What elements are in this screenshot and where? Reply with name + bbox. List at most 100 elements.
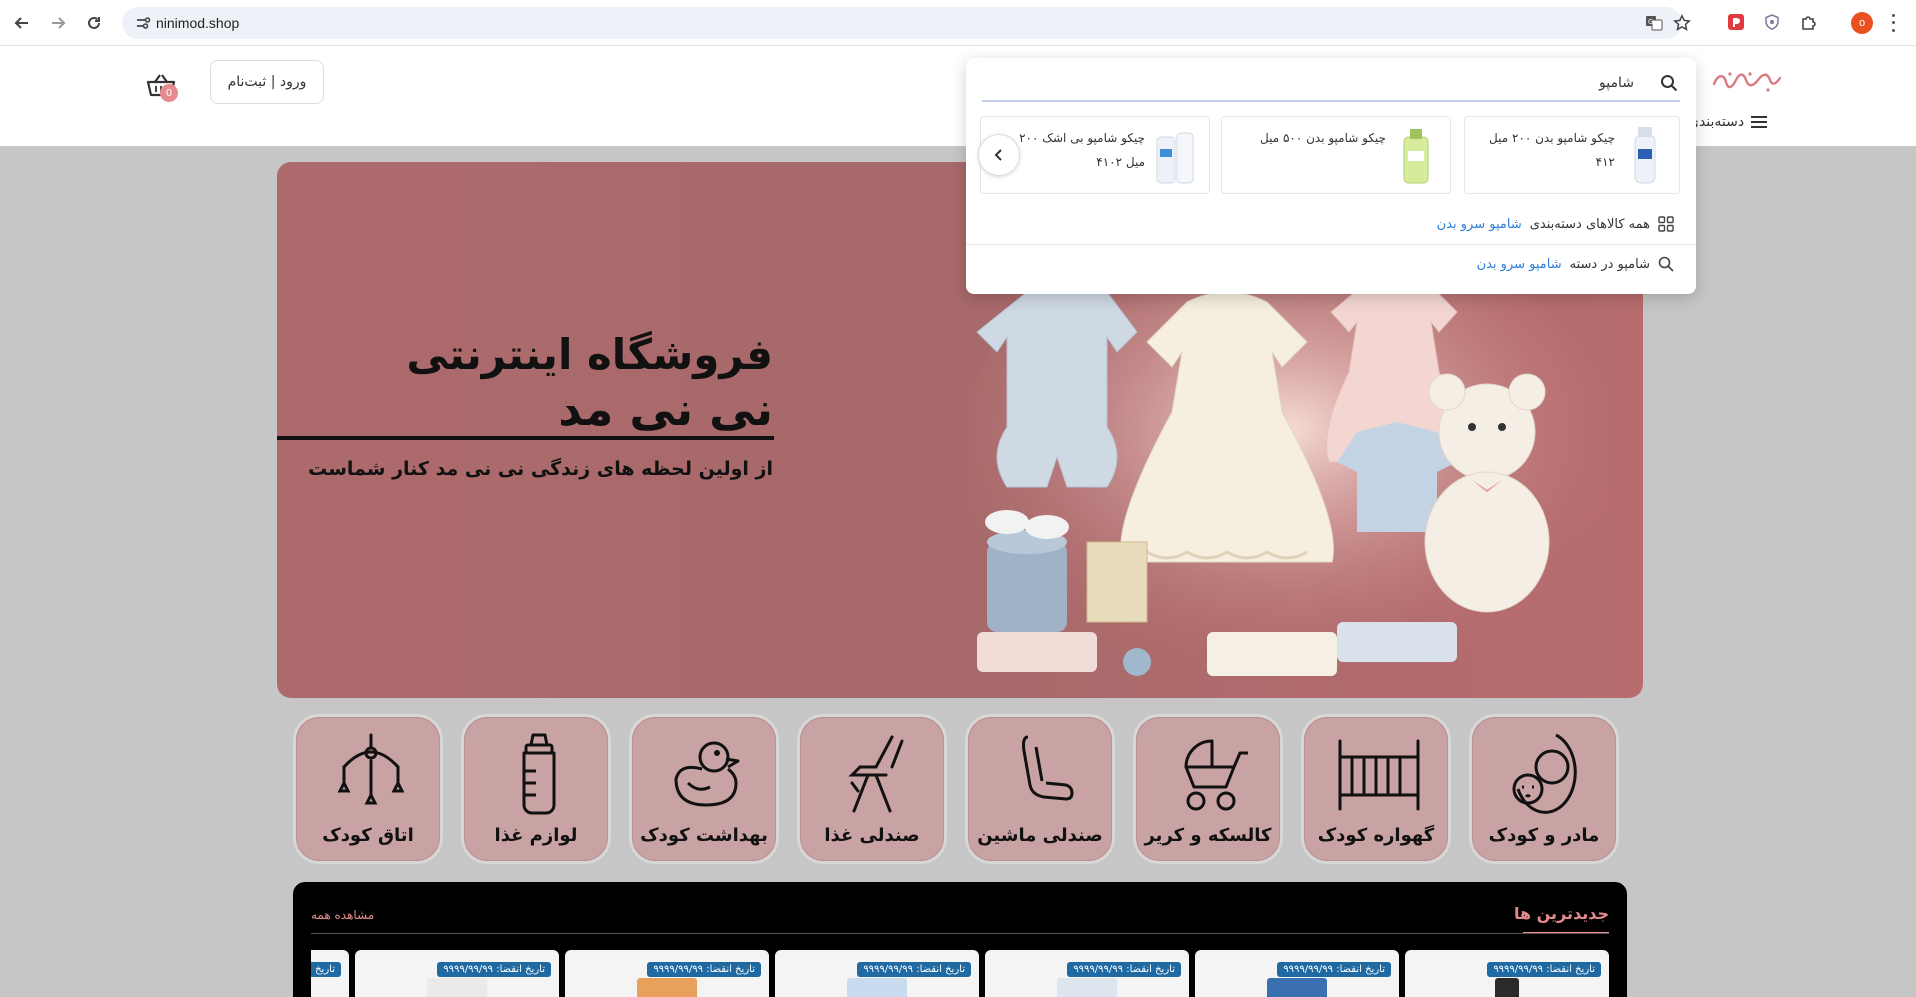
banner-subtitle: از اولین لحظه های زندگی نی نی مد کنار شم… bbox=[308, 458, 773, 480]
product-card[interactable]: تاریخ انقضا: ۹۹۹۹/۹۹/۹۹ bbox=[1195, 950, 1399, 997]
all-in-category-link[interactable]: همه کالاهای دسته‌بندی شامپو سرو بدن bbox=[1437, 216, 1674, 232]
svg-text:G: G bbox=[1648, 18, 1653, 26]
address-bar[interactable]: ninimod.shop G bbox=[122, 7, 1691, 39]
category-card-crib[interactable]: گهواره کودک bbox=[1301, 714, 1451, 864]
all-in-category-name: شامپو سرو بدن bbox=[1436, 216, 1522, 232]
cart-count-badge: 0 bbox=[160, 84, 178, 102]
suggested-product-name: چیکو شامپو بدن ۲۰۰ میل bbox=[1488, 131, 1615, 145]
baby-mobile-icon bbox=[337, 733, 405, 805]
product-card[interactable]: تاریخ انقضا: ۹۹۹۹/۹۹/۹۹ bbox=[985, 950, 1189, 997]
search-in-category-prefix: شامپو در دسته bbox=[1569, 256, 1650, 272]
see-all-link[interactable]: مشاهده همه bbox=[311, 908, 374, 922]
shield-extension-icon[interactable] bbox=[1762, 12, 1782, 32]
category-card-hygiene[interactable]: بهداشت کودک bbox=[629, 714, 779, 864]
banner-divider bbox=[277, 436, 774, 440]
banner-title-line1: فروشگاه اینترنتی bbox=[406, 330, 773, 379]
category-label: مادر و کودک bbox=[1488, 825, 1600, 846]
dropdown-divider bbox=[966, 244, 1696, 245]
browser-menu-icon[interactable] bbox=[1888, 12, 1898, 34]
category-grid: اتاق کودک لوازم غذا بهداشت کودک صندلی غذ… bbox=[293, 714, 1627, 866]
baby-bottle-icon bbox=[522, 733, 556, 815]
category-label: لوازم غذا bbox=[494, 825, 578, 846]
category-card-high-chair[interactable]: صندلی غذا bbox=[797, 714, 947, 864]
search-input[interactable] bbox=[982, 66, 1642, 100]
search-box bbox=[982, 66, 1680, 102]
category-label: کالسکه و کریر bbox=[1144, 825, 1272, 846]
expiry-badge: تاریخ انقضا: ۹۹۹۹/۹۹/۹۹ bbox=[647, 962, 761, 977]
pocket-extension-icon[interactable] bbox=[1726, 12, 1746, 32]
mother-child-icon bbox=[1512, 733, 1577, 814]
category-card-mother-child[interactable]: مادر و کودک bbox=[1469, 714, 1619, 864]
product-image bbox=[1403, 129, 1429, 184]
suggested-product-name: چیکو شامپو بدن ۵۰۰ میل bbox=[1259, 131, 1386, 145]
search-in-category-name: شامپو سرو بدن bbox=[1476, 256, 1562, 272]
expiry-badge: تاریخ انقضا: ۹۹۹۹/۹۹/۹۹ bbox=[1487, 962, 1601, 977]
carousel-prev-button[interactable] bbox=[978, 134, 1020, 176]
hamburger-menu-icon bbox=[1751, 116, 1768, 128]
expiry-badge: تاریخ انقضا: ۹۹۹۹/۹۹/۹۹ bbox=[1067, 962, 1181, 977]
product-card[interactable]: تاریخ انقضا: ۹۹۹۹/۹۹/۹۹ bbox=[775, 950, 979, 997]
search-dropdown: چیکو شامپو بدن ۲۰۰ میل ۴۱۲ چیکو شامپو بد… bbox=[966, 58, 1696, 294]
site-info-icon[interactable] bbox=[134, 14, 152, 32]
category-label: گهواره کودک bbox=[1317, 825, 1435, 846]
suggested-product-name: چیکو شامپو بی اشک ۲۰۰ bbox=[1019, 131, 1145, 145]
login-register-button[interactable]: ورود | ثبت‌نام bbox=[210, 60, 324, 104]
suggested-product-card[interactable]: چیکو شامپو بدن ۵۰۰ میل bbox=[1221, 116, 1451, 194]
category-label: صندلی غذا bbox=[824, 825, 920, 846]
suggested-product-price: ۴۱۲ bbox=[1595, 155, 1615, 169]
product-carousel: تاریخ انقضا: ۹۹۹۹/۹۹/۹۹ تاریخ انقضا: ۹۹۹… bbox=[311, 950, 1609, 997]
expiry-badge: تاریخ انقضا: ۹۹۹۹/۹۹/۹۹ bbox=[1277, 962, 1391, 977]
crib-icon bbox=[1338, 739, 1420, 811]
rubber-duck-icon bbox=[674, 741, 740, 807]
all-in-category-prefix: همه کالاهای دسته‌بندی bbox=[1529, 216, 1650, 232]
profile-avatar[interactable]: o bbox=[1851, 12, 1873, 34]
categories-label: دسته‌بندی bbox=[1688, 114, 1745, 130]
category-label: صندلی ماشین bbox=[977, 825, 1103, 846]
search-icon[interactable] bbox=[1660, 74, 1678, 92]
high-chair-icon bbox=[848, 735, 904, 813]
baby-clothes-illustration bbox=[967, 252, 1607, 682]
category-card-baby-room[interactable]: اتاق کودک bbox=[293, 714, 443, 864]
product-image bbox=[1156, 132, 1194, 184]
category-card-feeding[interactable]: لوازم غذا bbox=[461, 714, 611, 864]
product-card[interactable]: تاریخ انقضا: ۹۹۹۹/۹۹/۹۹ bbox=[565, 950, 769, 997]
url-text: ninimod.shop bbox=[156, 15, 240, 31]
product-card[interactable]: تاریخ bbox=[311, 950, 349, 997]
section-title: جدیدترین ها bbox=[1513, 904, 1609, 923]
banner-title-line2: نی نی مد bbox=[558, 382, 773, 436]
product-image bbox=[1057, 978, 1117, 997]
product-image bbox=[1267, 978, 1327, 997]
car-seat-icon bbox=[1022, 735, 1074, 801]
suggested-product-price: میل ۴۱۰۲ bbox=[1096, 155, 1145, 169]
product-image bbox=[1634, 127, 1656, 184]
site-logo[interactable] bbox=[1710, 66, 1782, 96]
translate-icon[interactable]: G bbox=[1644, 13, 1664, 33]
product-card[interactable]: تاریخ انقضا: ۹۹۹۹/۹۹/۹۹ bbox=[355, 950, 559, 997]
product-image bbox=[427, 978, 487, 997]
section-divider bbox=[311, 933, 1609, 934]
forward-icon[interactable] bbox=[46, 11, 70, 35]
expiry-badge: تاریخ bbox=[311, 962, 341, 977]
expiry-badge: تاریخ انقضا: ۹۹۹۹/۹۹/۹۹ bbox=[857, 962, 971, 977]
bookmark-star-icon[interactable] bbox=[1672, 13, 1692, 33]
product-image bbox=[847, 978, 907, 997]
category-card-car-seat[interactable]: صندلی ماشین bbox=[965, 714, 1115, 864]
extensions-puzzle-icon[interactable] bbox=[1799, 12, 1819, 32]
search-in-category-link[interactable]: شامپو در دسته شامپو سرو بدن bbox=[1477, 256, 1674, 272]
categories-menu[interactable]: دسته‌بندی bbox=[1688, 114, 1768, 130]
newest-products-section: جدیدترین ها مشاهده همه تاریخ انقضا: ۹۹۹۹… bbox=[293, 882, 1627, 997]
product-image bbox=[1495, 978, 1519, 997]
browser-toolbar: ninimod.shop G o bbox=[0, 0, 1916, 46]
suggested-product-card[interactable]: چیکو شامپو بدن ۲۰۰ میل ۴۱۲ bbox=[1464, 116, 1680, 194]
search-icon bbox=[1658, 256, 1674, 272]
expiry-badge: تاریخ انقضا: ۹۹۹۹/۹۹/۹۹ bbox=[437, 962, 551, 977]
suggested-products: چیکو شامپو بدن ۲۰۰ میل ۴۱۲ چیکو شامپو بد… bbox=[980, 116, 1680, 194]
category-label: بهداشت کودک bbox=[640, 825, 768, 846]
product-card[interactable]: تاریخ انقضا: ۹۹۹۹/۹۹/۹۹ bbox=[1405, 950, 1609, 997]
category-card-stroller[interactable]: کالسکه و کریر bbox=[1133, 714, 1283, 864]
chevron-left-icon bbox=[994, 149, 1002, 161]
back-icon[interactable] bbox=[10, 11, 34, 35]
grid-icon bbox=[1658, 216, 1674, 232]
category-label: اتاق کودک bbox=[322, 825, 414, 846]
reload-icon[interactable] bbox=[82, 11, 106, 35]
